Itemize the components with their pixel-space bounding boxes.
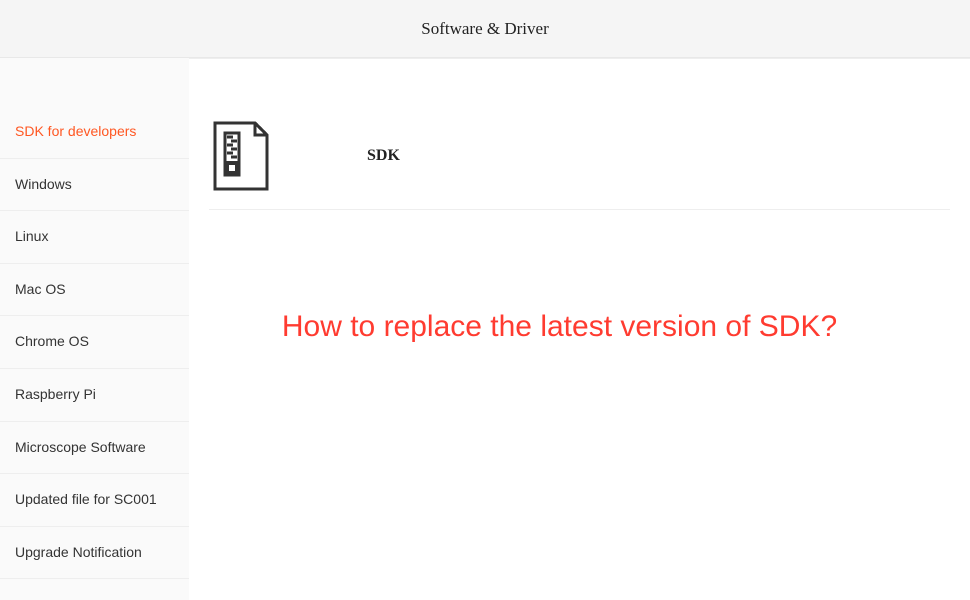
file-title: SDK [367, 147, 400, 165]
sidebar-item-label: Chrome OS [15, 333, 89, 349]
sidebar: SDK for developers Windows Linux Mac OS … [0, 58, 189, 600]
sidebar-item-label: Linux [15, 228, 48, 244]
sidebar-item-label: SDK for developers [15, 123, 136, 139]
sidebar-item-upgrade-notification[interactable]: Upgrade Notification [0, 527, 189, 580]
question-text: How to replace the latest version of SDK… [209, 310, 950, 344]
content-area: SDK for developers Windows Linux Mac OS … [0, 58, 970, 600]
sidebar-item-microscope-software[interactable]: Microscope Software [0, 422, 189, 475]
sidebar-item-label: Microscope Software [15, 439, 146, 455]
sidebar-item-label: Raspberry Pi [15, 386, 96, 402]
sidebar-item-label: Updated file for SC001 [15, 491, 157, 507]
sidebar-item-sdk-developers[interactable]: SDK for developers [0, 106, 189, 159]
file-row[interactable]: SDK [209, 107, 950, 210]
page-header: Software & Driver [0, 0, 970, 58]
sidebar-item-label: Windows [15, 176, 72, 192]
sidebar-item-updated-file-sc001[interactable]: Updated file for SC001 [0, 474, 189, 527]
page-title: Software & Driver [421, 19, 548, 39]
sidebar-item-linux[interactable]: Linux [0, 211, 189, 264]
sidebar-item-label: Mac OS [15, 281, 66, 297]
zip-file-icon [209, 119, 273, 193]
sidebar-item-macos[interactable]: Mac OS [0, 264, 189, 317]
sidebar-item-raspberrypi[interactable]: Raspberry Pi [0, 369, 189, 422]
sidebar-item-windows[interactable]: Windows [0, 159, 189, 212]
sidebar-item-label: Upgrade Notification [15, 544, 142, 560]
main-panel: SDK How to replace the latest version of… [189, 58, 970, 600]
sidebar-item-chromeos[interactable]: Chrome OS [0, 316, 189, 369]
